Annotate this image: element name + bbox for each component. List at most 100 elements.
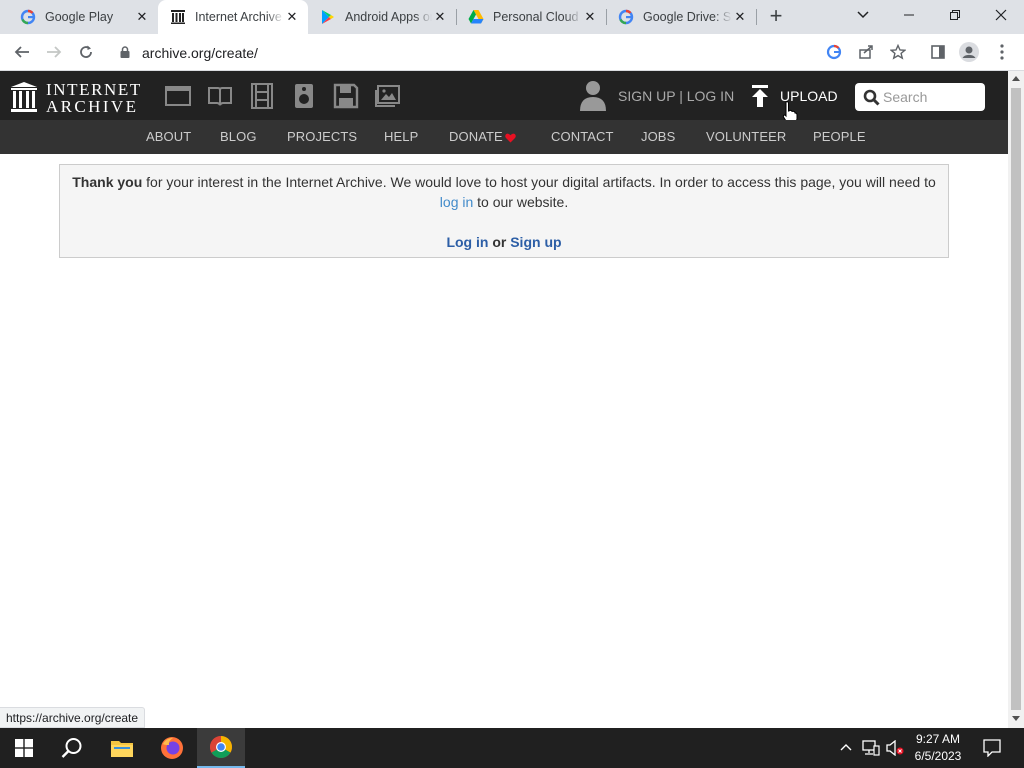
clock-time: 9:27 AM (915, 732, 961, 746)
scroll-down-icon[interactable] (1012, 716, 1020, 722)
nav-contact[interactable]: CONTACT (551, 129, 614, 144)
side-panel-button[interactable] (926, 40, 950, 64)
notice-text-2: to our website. (473, 194, 569, 210)
network-icon[interactable] (862, 740, 880, 756)
windows-logo-icon (15, 739, 33, 757)
chevron-up-icon[interactable] (840, 743, 852, 751)
web-icon[interactable] (165, 83, 191, 109)
profile-button[interactable] (957, 40, 981, 64)
google-drive-icon (468, 9, 484, 25)
file-explorer-button[interactable] (98, 728, 146, 768)
search-icon (61, 738, 82, 758)
forward-button[interactable] (42, 40, 66, 64)
minimize-button[interactable] (886, 0, 932, 30)
reload-button[interactable] (74, 40, 98, 64)
signup-link[interactable]: Sign up (510, 234, 561, 250)
taskbar-search-button[interactable] (48, 728, 96, 768)
tab-title: Internet Archive (195, 10, 282, 24)
search-box[interactable]: Search (855, 83, 985, 111)
back-button[interactable] (10, 40, 34, 64)
restore-icon (950, 10, 960, 20)
auth-links: Log in or Sign up (60, 234, 948, 250)
ia-nav-bar: ABOUT BLOG PROJECTS HELP DONATE CONTACT … (0, 120, 1008, 154)
images-icon[interactable] (375, 83, 401, 109)
tab-personal-cloud[interactable]: Personal Cloud Storage ✕ (456, 0, 606, 34)
heart-icon (505, 133, 516, 143)
login-inline-link[interactable]: log in (440, 194, 473, 210)
close-icon[interactable]: ✕ (732, 9, 748, 25)
nav-people[interactable]: PEOPLE (813, 129, 866, 144)
share-icon[interactable] (858, 44, 874, 60)
video-icon[interactable] (249, 83, 275, 109)
clock-date: 6/5/2023 (914, 749, 962, 763)
reload-icon (80, 45, 92, 58)
google-g-icon (618, 9, 634, 25)
menu-button[interactable] (990, 40, 1014, 64)
login-link[interactable]: Log in (446, 234, 488, 250)
tab-separator (456, 9, 457, 25)
ia-building-icon (11, 82, 37, 112)
nav-volunteer[interactable]: VOLUNTEER (706, 129, 786, 144)
address-bar[interactable]: archive.org/create/ (110, 37, 920, 67)
ia-logo-line2: ARCHIVE (46, 97, 139, 116)
restore-button[interactable] (932, 0, 978, 30)
chrome-button[interactable] (197, 728, 245, 768)
more-vert-icon (1000, 44, 1004, 60)
upload-icon[interactable] (750, 85, 770, 107)
system-clock[interactable]: 9:27 AM 6/5/2023 (908, 731, 968, 765)
thank-you-text: Thank you (72, 174, 143, 190)
tab-title: Android Apps on Google Play (345, 10, 432, 24)
arrow-left-icon (14, 46, 29, 58)
signup-login-link[interactable]: SIGN UP | LOG IN (618, 88, 734, 104)
close-icon[interactable]: ✕ (432, 9, 448, 25)
nav-blog[interactable]: BLOG (220, 129, 257, 144)
tab-search-button[interactable] (840, 0, 886, 30)
tab-separator (606, 9, 607, 25)
nav-jobs[interactable]: JOBS (641, 129, 675, 144)
side-panel-icon (931, 45, 945, 59)
close-icon[interactable]: ✕ (582, 9, 598, 25)
tab-title: Google Play (45, 10, 114, 24)
tab-android-apps[interactable]: Android Apps on Google Play ✕ (308, 0, 456, 34)
browser-tab-strip: Google Play ✕ Internet Archive ✕ Android… (0, 0, 1024, 34)
close-window-button[interactable] (978, 0, 1024, 30)
internet-archive-icon (170, 9, 186, 25)
arrow-right-icon (47, 46, 62, 58)
start-button[interactable] (0, 728, 48, 768)
notice-text: Thank you for your interest in the Inter… (60, 174, 948, 190)
status-bar-url: https://archive.org/create (0, 707, 146, 728)
folder-icon (111, 741, 133, 757)
tab-google-play[interactable]: Google Play ✕ (0, 0, 158, 34)
tab-google-drive[interactable]: Google Drive: Sign-in ✕ (606, 0, 756, 34)
search-input[interactable]: Search (883, 89, 927, 105)
ia-logo[interactable]: INTERNET ARCHIVE (8, 79, 148, 116)
close-icon (995, 9, 1007, 21)
google-g-icon[interactable] (826, 44, 842, 60)
user-icon[interactable] (578, 79, 608, 113)
audio-icon[interactable] (291, 83, 317, 109)
nav-projects[interactable]: PROJECTS (287, 129, 357, 144)
close-icon[interactable]: ✕ (284, 9, 300, 25)
firefox-button[interactable] (148, 728, 196, 768)
page-scrollbar[interactable] (1008, 71, 1024, 728)
browser-toolbar: archive.org/create/ (0, 34, 1024, 71)
notice-text-1: for your interest in the Internet Archiv… (142, 174, 936, 190)
tab-separator (756, 9, 757, 25)
search-icon (863, 89, 880, 106)
nav-donate[interactable]: DONATE (449, 129, 503, 144)
star-icon[interactable] (890, 44, 906, 60)
volume-muted-icon[interactable] (886, 740, 904, 756)
tab-internet-archive[interactable]: Internet Archive ✕ (158, 0, 308, 34)
notifications-icon[interactable] (983, 739, 1001, 757)
notice-text-line2: log in to our website. (60, 194, 948, 210)
new-tab-button[interactable]: + (764, 5, 788, 29)
nav-help[interactable]: HELP (384, 129, 418, 144)
nav-about[interactable]: ABOUT (146, 129, 191, 144)
scroll-up-icon[interactable] (1012, 75, 1020, 81)
scrollbar-thumb[interactable] (1011, 88, 1021, 710)
software-icon[interactable] (333, 83, 359, 109)
or-text: or (488, 234, 511, 250)
close-icon[interactable]: ✕ (134, 9, 150, 25)
texts-icon[interactable] (207, 83, 233, 109)
google-play-icon (320, 9, 336, 25)
